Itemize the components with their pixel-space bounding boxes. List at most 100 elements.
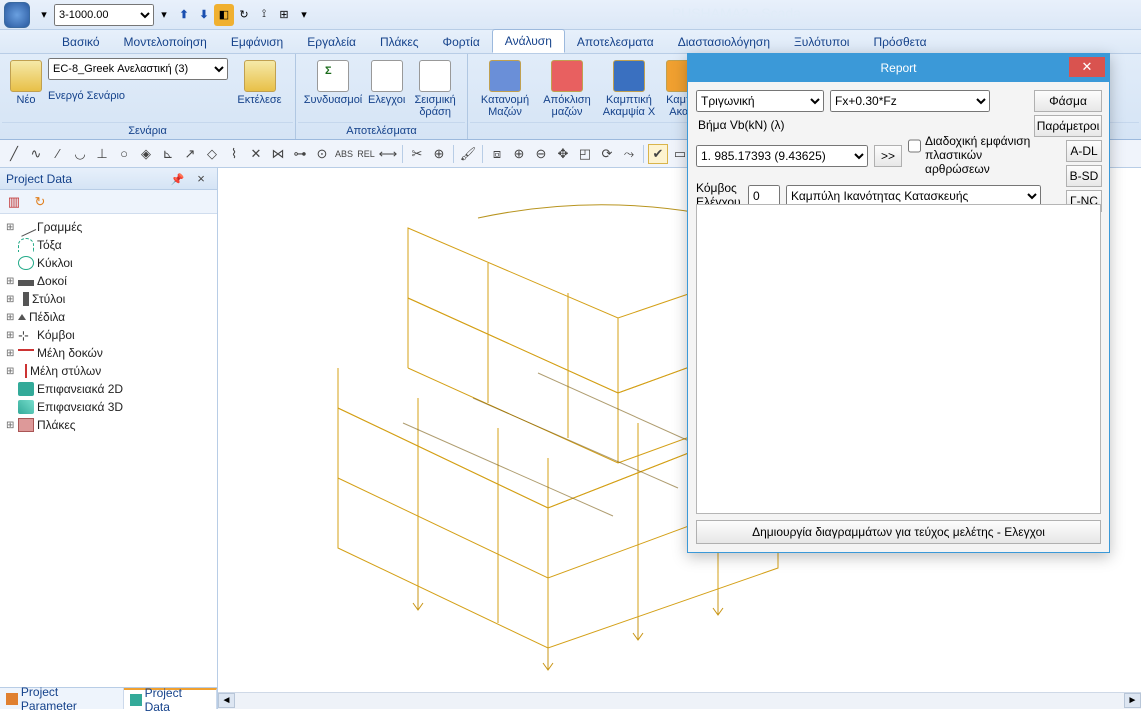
mass-distribution-button[interactable]: ΚατανομήΜαζών (476, 58, 534, 120)
orbit-icon[interactable]: ↻ (234, 4, 254, 26)
tree-item-beams[interactable]: ⊞Δοκοί (2, 272, 215, 290)
tool-point-icon[interactable]: ⊙ (312, 144, 332, 164)
load-combo-select[interactable]: Fx+0.30*Fz (830, 90, 990, 112)
tab-loads[interactable]: Φορτία (431, 31, 492, 53)
go-button[interactable]: >> (874, 145, 902, 167)
view-3d-icon[interactable]: ◧ (214, 4, 234, 26)
tree-item-columns[interactable]: ⊞Στύλοι (2, 290, 215, 308)
scale-select[interactable]: 3-1000.00 (54, 4, 154, 26)
tab-slabs[interactable]: Πλάκες (368, 31, 431, 53)
tab-appearance[interactable]: Εμφάνιση (219, 31, 295, 53)
report-listbox[interactable] (696, 204, 1101, 514)
tool-path-icon[interactable]: ⌇ (224, 144, 244, 164)
app-logo-icon[interactable] (4, 2, 30, 28)
tool-refresh-icon[interactable]: ⟳ (597, 144, 617, 164)
tab-project-parameter[interactable]: Project Parameter (0, 688, 124, 709)
combinations-button[interactable]: ΣΣυνδυασμοί (304, 58, 362, 108)
distribution-select[interactable]: Τριγωνική (696, 90, 824, 112)
qat-spin-icon[interactable]: ▾ (154, 4, 174, 26)
tool-brush-icon[interactable]: 🖌 (458, 144, 478, 164)
tab-design[interactable]: Διαστασιολόγηση (666, 31, 782, 53)
tool-abs-icon[interactable]: ABS (334, 144, 354, 164)
tool-arc-icon[interactable]: ◡ (70, 144, 90, 164)
tool-cut-icon[interactable]: ✂ (407, 144, 427, 164)
ruler-icon[interactable]: ⟟ (254, 4, 274, 26)
tree-item-surf2d[interactable]: Επιφανειακά 2D (2, 380, 215, 398)
project-tree[interactable]: ⊞Γραμμές Τόξα Κύκλοι ⊞Δοκοί ⊞Στύλοι ⊞Πέδ… (0, 214, 217, 687)
tree-tool-icon[interactable]: ▥ (4, 192, 24, 212)
sequential-checkbox[interactable] (908, 135, 921, 157)
tool-zoom-out-icon[interactable]: ⊖ (531, 144, 551, 164)
tool-tangent-icon[interactable]: ↗ (180, 144, 200, 164)
tool-target-icon[interactable]: ◈ (136, 144, 156, 164)
down-arrow-icon[interactable]: ⬇ (194, 4, 214, 26)
b-sd-button[interactable]: B-SD (1066, 165, 1102, 187)
ribbon-group-results: ΣΣυνδυασμοί Ελεγχοι Σεισμική δράση Αποτε… (296, 54, 468, 139)
tool-circle-icon[interactable]: ○ (114, 144, 134, 164)
tree-item-surf3d[interactable]: Επιφανειακά 3D (2, 398, 215, 416)
tool-snap-icon[interactable]: ⋈ (268, 144, 288, 164)
tool-pan-icon[interactable]: ✥ (553, 144, 573, 164)
tool-polyline-icon[interactable]: ∿ (26, 144, 46, 164)
seismic-action-button[interactable]: Σεισμική δράση (411, 58, 459, 120)
tab-analysis[interactable]: Ανάλυση (492, 29, 565, 53)
tool-join-icon[interactable]: ⊕ (429, 144, 449, 164)
tab-project-data[interactable]: Project Data (124, 688, 217, 709)
tab-addons[interactable]: Πρόσθετα (861, 31, 938, 53)
tool-line-icon[interactable]: ╱ (4, 144, 24, 164)
checks-button[interactable]: Ελεγχοι (366, 58, 407, 108)
new-scenario-button[interactable]: Νέο (8, 58, 44, 108)
close-button[interactable]: ✕ (1069, 57, 1105, 77)
sequential-checkbox-wrap[interactable]: Διαδοχική εμφάνιση πλαστικών αρθρώσεων (908, 135, 1045, 176)
group-label: Αποτελέσματα (298, 122, 465, 137)
up-arrow-icon[interactable]: ⬆ (174, 4, 194, 26)
tree-item-arcs[interactable]: Τόξα (2, 236, 215, 254)
run-button[interactable]: Εκτέλεσε (232, 58, 287, 108)
close-panel-icon[interactable]: × (191, 168, 211, 188)
tree-item-footings[interactable]: ⊞Πέδιλα (2, 308, 215, 326)
step-select[interactable]: 1. 985.17393 (9.43625) (696, 145, 868, 167)
tool-intersect-icon[interactable]: ✕ (246, 144, 266, 164)
tab-tools[interactable]: Εργαλεία (295, 31, 368, 53)
tab-basic[interactable]: Βασικό (50, 31, 112, 53)
qat-more-icon[interactable]: ▾ (294, 4, 314, 26)
mass-deviation-button[interactable]: Απόκλισημαζών (538, 58, 596, 120)
tool-walk-icon[interactable]: ⤳ (619, 144, 639, 164)
tree-item-circles[interactable]: Κύκλοι (2, 254, 215, 272)
tree-item-column-members[interactable]: ⊞Μέλη στύλων (2, 362, 215, 380)
report-titlebar[interactable]: Report ✕ (688, 54, 1109, 82)
tab-modeling[interactable]: Μοντελοποίηση (112, 31, 219, 53)
flex-stiffness-x-button[interactable]: ΚαμπτικήΑκαμψία X (600, 58, 658, 120)
scroll-left-icon[interactable]: ◄ (218, 693, 235, 708)
create-diagrams-button[interactable]: Δημιουργία διαγραμμάτων για τεύχος μελέτ… (696, 520, 1101, 544)
tab-results[interactable]: Αποτελεσματα (565, 31, 666, 53)
tool-zoom-window-icon[interactable]: ◰ (575, 144, 595, 164)
a-dl-button[interactable]: A-DL (1066, 140, 1102, 162)
tab-drawings[interactable]: Ξυλότυποι (782, 31, 861, 53)
scenario-select[interactable]: EC-8_Greek Ανελαστική (3) (48, 58, 228, 80)
tool-quad-icon[interactable]: ◇ (202, 144, 222, 164)
parameters-button[interactable]: Παράμετροι (1034, 115, 1102, 137)
refresh-tree-icon[interactable]: ↻ (30, 192, 50, 212)
spectrum-button[interactable]: Φάσμα (1034, 90, 1102, 112)
tree-item-lines[interactable]: ⊞Γραμμές (2, 218, 215, 236)
quick-access-toolbar: ▾ 3-1000.00 ▾ ⬆ ⬇ ◧ ↻ ⟟ ⊞ ▾ (34, 4, 314, 26)
pin-icon[interactable]: 📌 (168, 169, 188, 189)
scroll-right-icon[interactable]: ► (1124, 693, 1141, 708)
tool-rel-icon[interactable]: REL (356, 144, 376, 164)
qat-dropdown-icon[interactable]: ▾ (34, 4, 54, 26)
active-scenario-link[interactable]: Ενεργό Σενάριο (48, 90, 228, 102)
tree-item-beam-members[interactable]: ⊞Μέλη δοκών (2, 344, 215, 362)
tool-perp-icon[interactable]: ⊾ (158, 144, 178, 164)
tool-line2-icon[interactable]: ⁄ (48, 144, 68, 164)
tool-check-toggle-icon[interactable]: ✔ (648, 144, 668, 164)
tool-node-icon[interactable]: ⊥ (92, 144, 112, 164)
tree-item-nodes[interactable]: ⊞⊹Κόμβοι (2, 326, 215, 344)
tool-near-icon[interactable]: ⊶ (290, 144, 310, 164)
tool-zoom-extents-icon[interactable]: ⧈ (487, 144, 507, 164)
tool-zoom-in-icon[interactable]: ⊕ (509, 144, 529, 164)
tree-item-slabs[interactable]: ⊞Πλάκες (2, 416, 215, 434)
horizontal-scrollbar[interactable]: ◄ ► (218, 692, 1141, 709)
grid-icon[interactable]: ⊞ (274, 4, 294, 26)
tool-dim-icon[interactable]: ⟷ (378, 144, 398, 164)
